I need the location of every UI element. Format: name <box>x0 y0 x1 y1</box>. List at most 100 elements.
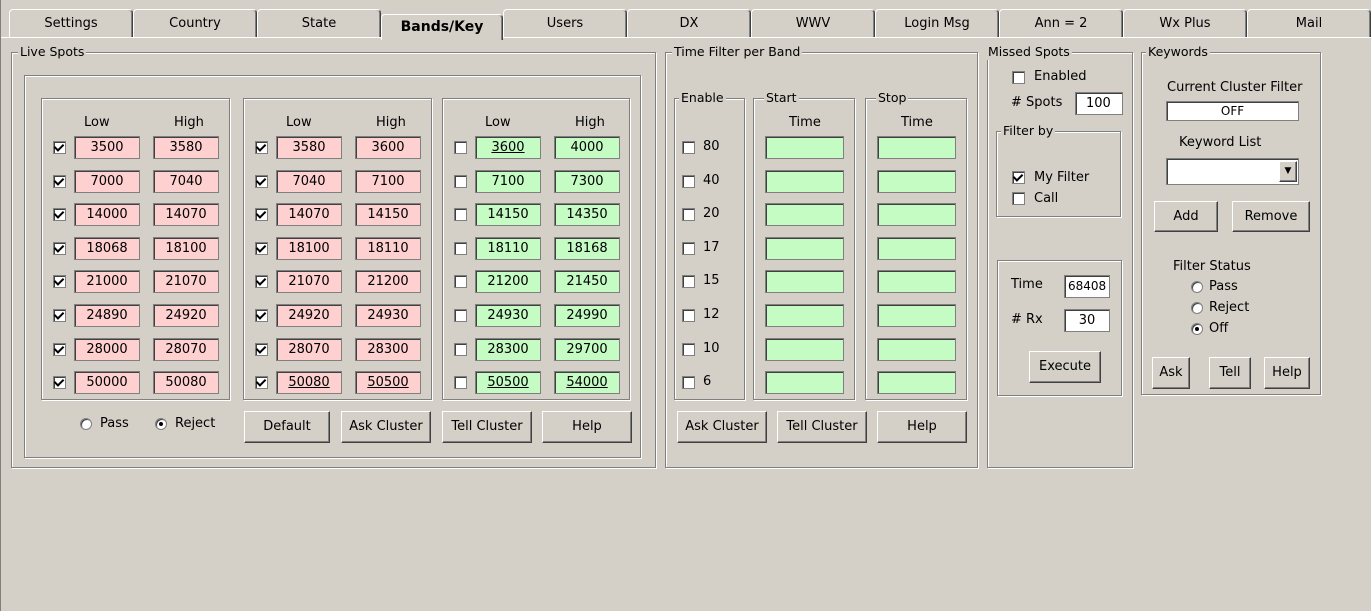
band-enable-checkbox[interactable] <box>454 208 467 221</box>
start-time-input[interactable] <box>765 203 844 226</box>
filter-status-reject-radio[interactable] <box>1191 302 1203 314</box>
band-high-input[interactable]: 28300 <box>355 338 421 361</box>
band-low-input[interactable]: 7100 <box>475 170 541 193</box>
band-high-input[interactable]: 3600 <box>355 136 421 159</box>
band-enable-checkbox[interactable] <box>255 309 268 322</box>
time-help-button[interactable]: Help <box>877 411 967 443</box>
band-high-input[interactable]: 21450 <box>554 270 620 293</box>
band-enable-checkbox[interactable] <box>454 275 467 288</box>
band-low-input[interactable]: 14070 <box>276 203 342 226</box>
band-low-input[interactable]: 18068 <box>74 237 140 260</box>
band-high-input[interactable]: 3580 <box>153 136 219 159</box>
band-low-input[interactable]: 3580 <box>276 136 342 159</box>
execute-button[interactable]: Execute <box>1029 351 1101 383</box>
keywords-tell-button[interactable]: Tell <box>1209 357 1251 389</box>
band-high-input[interactable]: 54000 <box>554 371 620 394</box>
tab-login-msg[interactable]: Login Msg <box>875 9 999 37</box>
band-enable-checkbox[interactable] <box>454 309 467 322</box>
band-low-input[interactable]: 3600 <box>475 136 541 159</box>
live-help-button[interactable]: Help <box>542 411 632 443</box>
band-low-input[interactable]: 24930 <box>475 304 541 327</box>
band-enable-checkbox[interactable] <box>255 141 268 154</box>
band-high-input[interactable]: 21070 <box>153 270 219 293</box>
band-low-input[interactable]: 18100 <box>276 237 342 260</box>
missed-enabled-checkbox[interactable] <box>1012 71 1025 84</box>
tab-settings[interactable]: Settings <box>9 9 133 37</box>
band-high-input[interactable]: 14070 <box>153 203 219 226</box>
band-high-input[interactable]: 18110 <box>355 237 421 260</box>
band-high-input[interactable]: 14350 <box>554 203 620 226</box>
band-enable-checkbox[interactable] <box>255 208 268 221</box>
start-time-input[interactable] <box>765 136 844 159</box>
band-high-input[interactable]: 14150 <box>355 203 421 226</box>
band-low-input[interactable]: 18110 <box>475 237 541 260</box>
spots-count-input[interactable]: 100 <box>1075 92 1123 115</box>
band-low-input[interactable]: 24920 <box>276 304 342 327</box>
keywords-help-button[interactable]: Help <box>1264 357 1310 389</box>
tab-dx[interactable]: DX <box>627 9 751 37</box>
start-time-input[interactable] <box>765 304 844 327</box>
my-filter-checkbox[interactable] <box>1012 171 1025 184</box>
band-enable-checkbox[interactable] <box>53 175 66 188</box>
band-enable-checkbox[interactable] <box>454 376 467 389</box>
call-checkbox[interactable] <box>1012 192 1025 205</box>
band-high-input[interactable]: 50500 <box>355 371 421 394</box>
start-time-input[interactable] <box>765 338 844 361</box>
band-high-input[interactable]: 24990 <box>554 304 620 327</box>
time-tell-cluster-button[interactable]: Tell Cluster <box>777 411 867 443</box>
band-time-enable-checkbox[interactable] <box>682 343 695 356</box>
band-high-input[interactable]: 4000 <box>554 136 620 159</box>
band-enable-checkbox[interactable] <box>53 242 66 255</box>
band-time-enable-checkbox[interactable] <box>682 309 695 322</box>
band-low-input[interactable]: 50500 <box>475 371 541 394</box>
stop-time-input[interactable] <box>877 136 956 159</box>
stop-time-input[interactable] <box>877 304 956 327</box>
band-low-input[interactable]: 21070 <box>276 270 342 293</box>
band-low-input[interactable]: 21200 <box>475 270 541 293</box>
tab-state[interactable]: State <box>257 9 381 37</box>
band-low-input[interactable]: 7040 <box>276 170 342 193</box>
band-low-input[interactable]: 28300 <box>475 338 541 361</box>
band-enable-checkbox[interactable] <box>454 141 467 154</box>
stop-time-input[interactable] <box>877 338 956 361</box>
band-time-enable-checkbox[interactable] <box>682 376 695 389</box>
start-time-input[interactable] <box>765 270 844 293</box>
band-time-enable-checkbox[interactable] <box>682 208 695 221</box>
band-enable-checkbox[interactable] <box>53 309 66 322</box>
band-enable-checkbox[interactable] <box>255 275 268 288</box>
filter-status-off-radio[interactable] <box>1191 323 1203 335</box>
band-enable-checkbox[interactable] <box>53 275 66 288</box>
band-high-input[interactable]: 28070 <box>153 338 219 361</box>
band-low-input[interactable]: 7000 <box>74 170 140 193</box>
start-time-input[interactable] <box>765 371 844 394</box>
band-low-input[interactable]: 14000 <box>74 203 140 226</box>
tab-wx-plus[interactable]: Wx Plus <box>1123 9 1247 37</box>
band-high-input[interactable]: 18100 <box>153 237 219 260</box>
stop-time-input[interactable] <box>877 170 956 193</box>
band-high-input[interactable]: 50080 <box>153 371 219 394</box>
tab-mail[interactable]: Mail <box>1247 9 1371 37</box>
tab-users[interactable]: Users <box>503 9 627 37</box>
band-low-input[interactable]: 50000 <box>74 371 140 394</box>
live-ask-cluster-button[interactable]: Ask Cluster <box>341 411 431 443</box>
band-enable-checkbox[interactable] <box>53 376 66 389</box>
default-button[interactable]: Default <box>244 411 330 443</box>
stop-time-input[interactable] <box>877 270 956 293</box>
band-time-enable-checkbox[interactable] <box>682 275 695 288</box>
start-time-input[interactable] <box>765 170 844 193</box>
band-enable-checkbox[interactable] <box>255 376 268 389</box>
tab-bands-key[interactable]: Bands/Key <box>381 14 503 40</box>
band-high-input[interactable]: 29700 <box>554 338 620 361</box>
band-time-enable-checkbox[interactable] <box>682 175 695 188</box>
stop-time-input[interactable] <box>877 371 956 394</box>
band-enable-checkbox[interactable] <box>454 242 467 255</box>
band-low-input[interactable]: 3500 <box>74 136 140 159</box>
band-low-input[interactable]: 24890 <box>74 304 140 327</box>
band-enable-checkbox[interactable] <box>255 242 268 255</box>
stop-time-input[interactable] <box>877 203 956 226</box>
tab-country[interactable]: Country <box>133 9 257 37</box>
keywords-ask-button[interactable]: Ask <box>1152 357 1190 389</box>
band-enable-checkbox[interactable] <box>53 208 66 221</box>
band-enable-checkbox[interactable] <box>454 343 467 356</box>
band-low-input[interactable]: 14150 <box>475 203 541 226</box>
